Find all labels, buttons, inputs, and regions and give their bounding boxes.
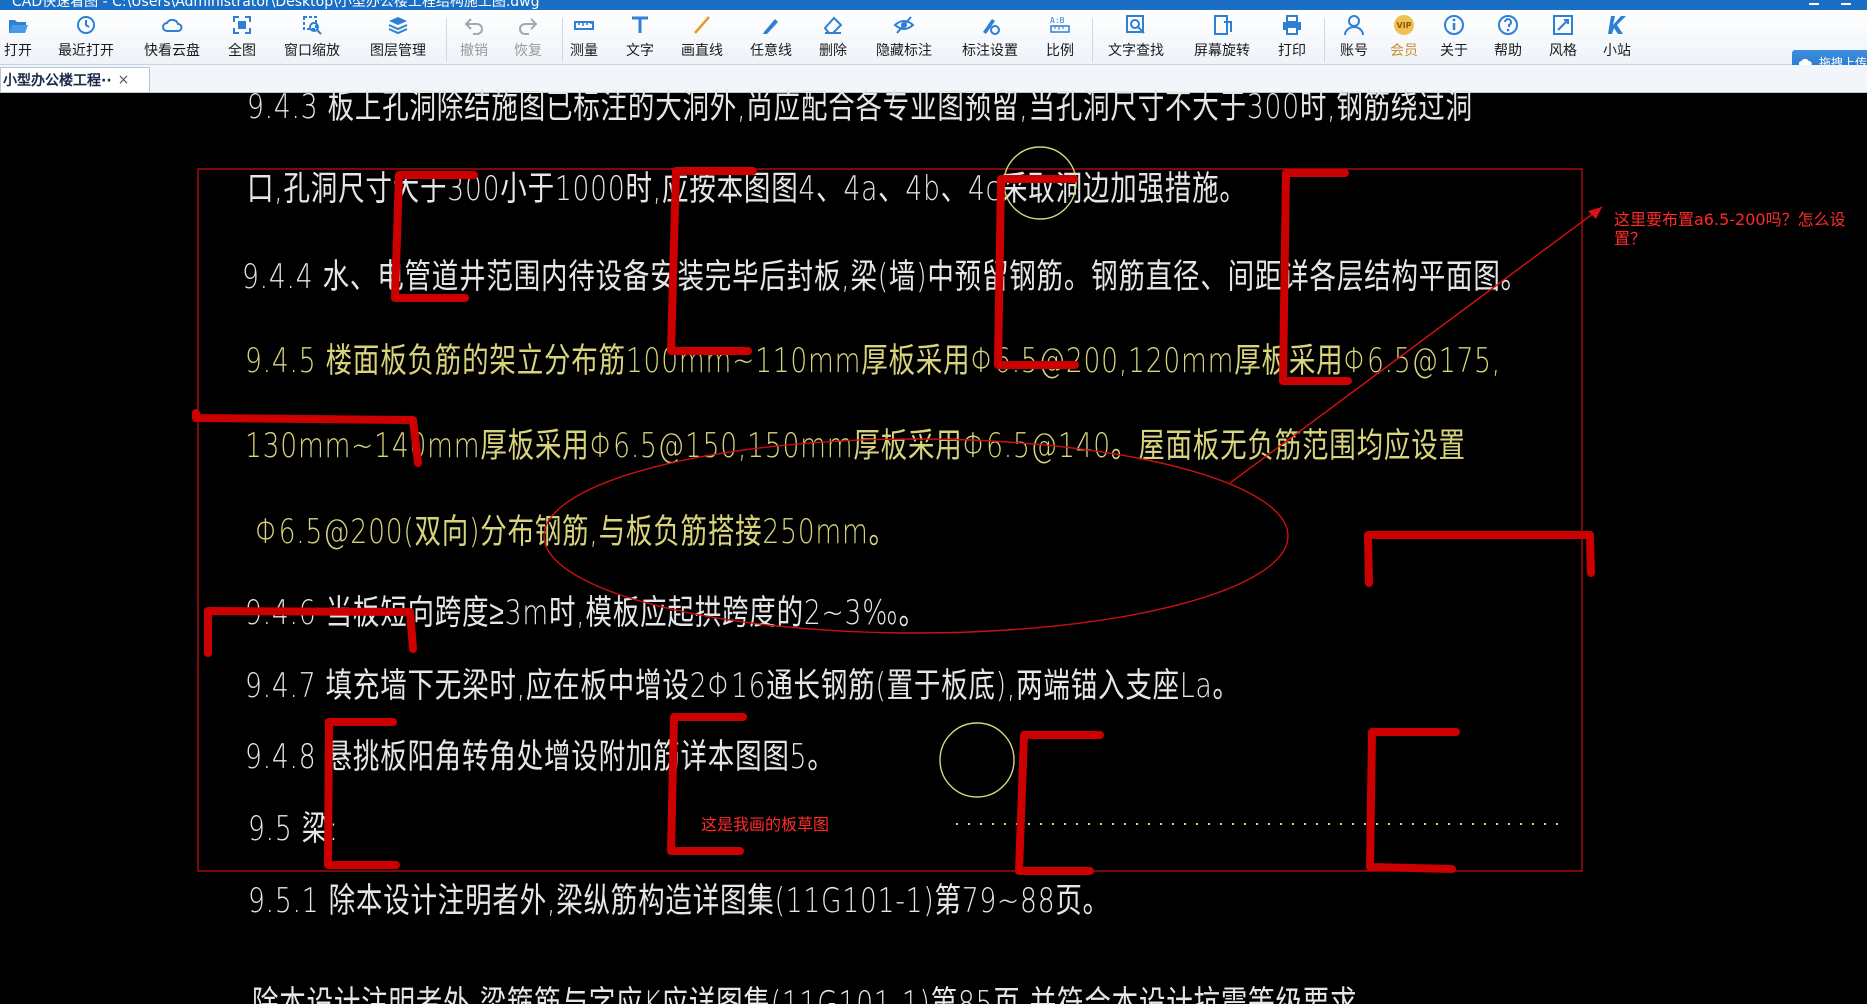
rebar-bracket (1366, 728, 1460, 873)
style-icon (1553, 15, 1573, 35)
toolbar-cloud-button[interactable]: 快看云盘 (144, 14, 200, 64)
cloud-icon (162, 18, 183, 32)
svg-text:VIP: VIP (1397, 21, 1412, 30)
rebar-bracket (1279, 169, 1352, 385)
window-zoom-icon (303, 16, 322, 35)
toolbar-account-button[interactable]: 账号 (1340, 14, 1368, 64)
cad-circle (939, 722, 1015, 798)
rebar-bracket (391, 171, 478, 302)
rebar-bracket (1364, 531, 1595, 587)
toolbar-delete-button[interactable]: 删除 (819, 14, 847, 64)
toolbar-freehand-button[interactable]: 任意线 (750, 14, 792, 64)
fit-all-icon (233, 16, 251, 34)
tab-document-label: 小型办公楼工程·· (3, 73, 112, 89)
rebar-bracket (1015, 731, 1104, 875)
toolbar-separator (562, 18, 563, 62)
freehand-icon (763, 19, 778, 34)
rotate-screen-icon (1214, 15, 1232, 35)
rebar-bracket (994, 175, 1079, 369)
folder-open-icon (9, 20, 28, 33)
measure-icon (574, 21, 594, 30)
user-icon (1344, 15, 1364, 36)
toolbar-station-button[interactable]: 小站 (1603, 14, 1631, 64)
recent-clock-icon (77, 16, 95, 34)
toolbar-open-button[interactable]: 打开 (4, 14, 32, 64)
toolbar-fit-all-button[interactable]: 全图 (228, 14, 256, 64)
toolbar-window-zoom-button[interactable]: 窗口缩放 (284, 14, 340, 64)
rebar-bracket (192, 409, 422, 467)
highlight-ellipse (543, 438, 1289, 634)
question-annotation: 这里要布置a6.5-200吗？怎么设置？ (1614, 210, 1846, 248)
toolbar-separator (1092, 18, 1093, 62)
toolbar-help-button[interactable]: 帮助 (1494, 14, 1522, 64)
rebar-bracket (667, 167, 757, 355)
cad-viewer-window: CAD快速看图 - C:\Users\Administrator\Desktop… (0, 0, 1867, 1004)
rebar-bracket (204, 607, 417, 657)
drawing-canvas[interactable]: 9.4.3 板上孔洞除结施图已标注的大洞外,尚应配合各专业图预留,当孔洞尺寸不大… (0, 87, 1867, 1004)
window-title: CAD快速看图 - C:\Users\Administrator\Desktop… (12, 0, 540, 10)
toolbar-undo-button[interactable]: 撤销 (460, 14, 488, 64)
layers-icon (388, 17, 408, 35)
toolbar-text-search-button[interactable]: 文字查找 (1108, 14, 1164, 64)
rebar-bracket (324, 718, 400, 869)
toolbar-separator (1324, 18, 1325, 62)
window-titlebar: CAD快速看图 - C:\Users\Administrator\Desktop… (0, 0, 1867, 10)
toolbar-print-button[interactable]: 打印 (1278, 14, 1306, 64)
redo-icon (519, 18, 538, 35)
callout-arrowhead (1588, 207, 1602, 219)
tab-close-icon[interactable]: × (118, 72, 130, 88)
text-icon (632, 16, 648, 33)
toolbar-about-button[interactable]: 关于 (1440, 14, 1468, 64)
toolbar-vip-button[interactable]: VIP 会员 (1390, 14, 1418, 64)
toolbar-style-button[interactable]: 风格 (1549, 14, 1577, 64)
markup-layer (192, 146, 1603, 875)
toolbar-layers-button[interactable]: 图层管理 (370, 14, 426, 64)
toolbar-hide-annotation-button[interactable]: 隐藏标注 (876, 14, 932, 64)
main-toolbar: 打开 最近打开 快看云盘 全图 窗口缩放 图层管理 撤销 恢复 测量 文字 画直… (0, 10, 1867, 74)
undo-icon (464, 18, 483, 35)
annotation-settings-icon (983, 19, 1000, 35)
scale-icon: A:B (1050, 16, 1070, 33)
toolbar-scale-button[interactable]: A:B 比例 (1046, 14, 1074, 64)
printer-icon (1283, 15, 1301, 35)
toolbar-measure-button[interactable]: 测量 (570, 14, 598, 64)
toolbar-line-button[interactable]: 画直线 (681, 14, 723, 64)
toolbar-text-button[interactable]: 文字 (626, 14, 654, 64)
eraser-icon (823, 16, 843, 34)
hide-eye-icon (893, 16, 915, 34)
toolbar-rotate-screen-button[interactable]: 屏幕旋转 (1194, 14, 1250, 64)
text-search-icon (1126, 15, 1145, 34)
close-window-button[interactable] (1832, 0, 1860, 10)
line-icon (694, 16, 710, 34)
minimize-button[interactable] (1800, 0, 1828, 10)
help-icon (1498, 15, 1518, 35)
info-icon (1444, 15, 1464, 35)
toolbar-annotation-settings-button[interactable]: 标注设置 (962, 14, 1018, 64)
k-station-icon (1608, 16, 1626, 34)
toolbar-separator (446, 18, 447, 62)
svg-text:A:B: A:B (1050, 16, 1065, 25)
vip-icon: VIP (1394, 15, 1414, 35)
rebar-sketch-brackets (192, 167, 1595, 875)
toolbar-recent-button[interactable]: 最近打开 (58, 14, 114, 64)
tab-document[interactable]: 小型办公楼工程·· × (0, 67, 150, 92)
toolbar-redo-button[interactable]: 恢复 (514, 14, 542, 64)
sketch-label-annotation: 这是我画的板草图 (701, 815, 830, 834)
